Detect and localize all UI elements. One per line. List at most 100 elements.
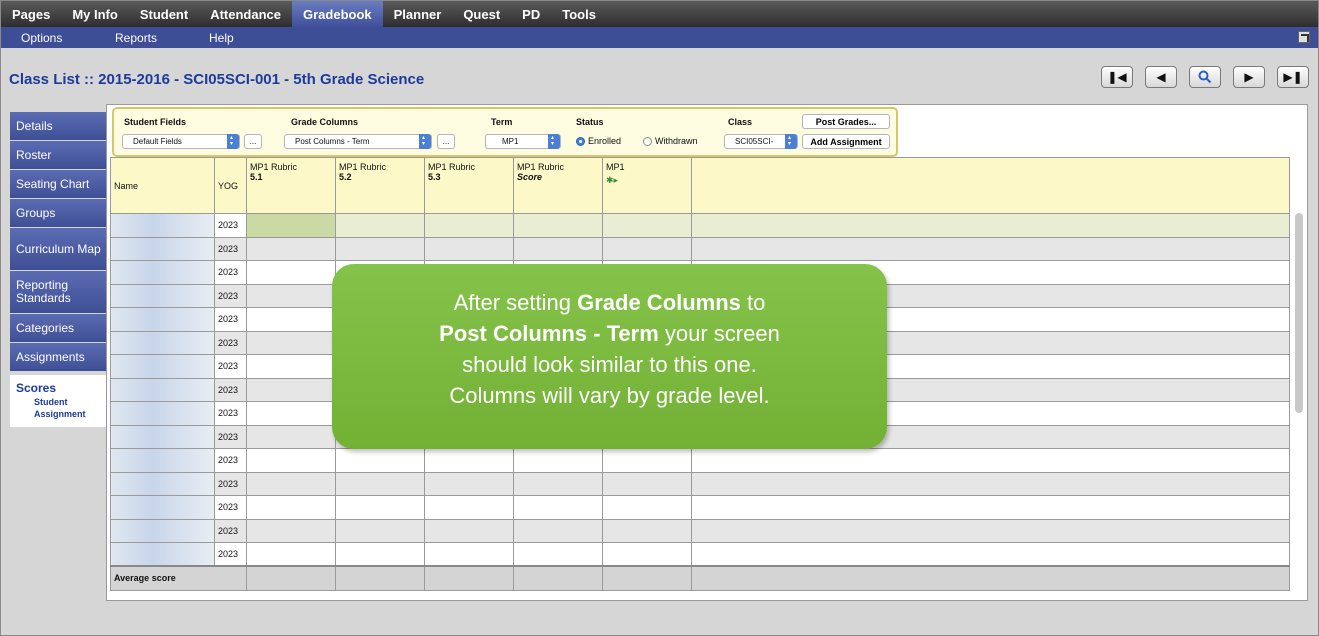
score-cell[interactable]: [424, 518, 514, 543]
add-assignment-button[interactable]: Add Assignment: [802, 134, 890, 149]
term-select[interactable]: MP1: [485, 134, 561, 149]
score-cell[interactable]: [246, 495, 336, 520]
topnav-attendance[interactable]: Attendance: [199, 1, 292, 27]
next-record-button[interactable]: ▶: [1233, 66, 1265, 88]
column-header-mp1[interactable]: MP1 ✱▸: [602, 157, 692, 214]
score-cell[interactable]: [246, 283, 336, 308]
topnav-planner[interactable]: Planner: [383, 1, 453, 27]
student-name-cell[interactable]: [110, 283, 215, 308]
side-item-scores-label[interactable]: Scores: [16, 381, 106, 395]
score-cell[interactable]: [335, 448, 425, 473]
side-item-assignments[interactable]: Assignments: [10, 343, 106, 371]
score-cell[interactable]: [246, 471, 336, 496]
student-name-cell[interactable]: [110, 448, 215, 473]
side-subitem-student[interactable]: Student: [16, 397, 106, 407]
score-cell[interactable]: [335, 213, 425, 238]
score-cell[interactable]: [246, 307, 336, 332]
column-header-mp1-rubric-5-2[interactable]: MP1 Rubric 5.2: [335, 157, 425, 214]
last-record-button[interactable]: ▶❚: [1277, 66, 1309, 88]
class-select[interactable]: SCI05SCI-: [724, 134, 798, 149]
score-cell[interactable]: [246, 330, 336, 355]
score-cell[interactable]: [602, 495, 692, 520]
score-cell[interactable]: [246, 448, 336, 473]
side-item-categories[interactable]: Categories: [10, 314, 106, 342]
column-header-mp1-rubric-5-3[interactable]: MP1 Rubric 5.3: [424, 157, 514, 214]
subnav-options[interactable]: Options: [21, 31, 62, 45]
score-cell[interactable]: [602, 236, 692, 261]
student-name-cell[interactable]: [110, 542, 215, 567]
previous-record-button[interactable]: ◀: [1145, 66, 1177, 88]
score-cell[interactable]: [424, 236, 514, 261]
topnav-my-info[interactable]: My Info: [61, 1, 129, 27]
first-record-button[interactable]: ❚◀: [1101, 66, 1133, 88]
column-header-mp1-rubric-5-1[interactable]: MP1 Rubric 5.1: [246, 157, 336, 214]
subnav-reports[interactable]: Reports: [115, 31, 157, 45]
score-cell[interactable]: [424, 471, 514, 496]
score-cell[interactable]: [424, 448, 514, 473]
student-name-cell[interactable]: [110, 424, 215, 449]
subnav-help[interactable]: Help: [209, 31, 234, 45]
side-subitem-assignment[interactable]: Assignment: [16, 409, 106, 419]
search-button[interactable]: [1189, 66, 1221, 88]
score-cell[interactable]: [513, 471, 603, 496]
score-cell[interactable]: [602, 448, 692, 473]
score-cell[interactable]: [246, 518, 336, 543]
score-cell[interactable]: [513, 542, 603, 567]
student-name-cell[interactable]: [110, 518, 215, 543]
student-name-cell[interactable]: [110, 236, 215, 261]
topnav-quest[interactable]: Quest: [452, 1, 511, 27]
side-item-curriculum-map[interactable]: Curriculum Map: [10, 228, 106, 270]
column-header-name[interactable]: Name: [110, 157, 215, 214]
side-item-roster[interactable]: Roster: [10, 141, 106, 169]
score-cell[interactable]: [513, 495, 603, 520]
score-cell[interactable]: [246, 354, 336, 379]
status-withdrawn-radio[interactable]: [643, 137, 652, 146]
pin-icon[interactable]: ✱▸: [606, 175, 688, 186]
score-cell[interactable]: [246, 424, 336, 449]
score-cell[interactable]: [335, 518, 425, 543]
score-cell[interactable]: [246, 213, 336, 238]
student-fields-select[interactable]: Default Fields: [122, 134, 240, 149]
topnav-pd[interactable]: PD: [511, 1, 551, 27]
student-fields-more-button[interactable]: ...: [244, 134, 262, 149]
student-name-cell[interactable]: [110, 377, 215, 402]
score-cell[interactable]: [424, 213, 514, 238]
column-header-yog[interactable]: YOG: [214, 157, 247, 214]
score-cell[interactable]: [513, 236, 603, 261]
score-cell[interactable]: [602, 542, 692, 567]
score-cell[interactable]: [602, 213, 692, 238]
popout-window-icon[interactable]: [1298, 31, 1310, 43]
side-item-details[interactable]: Details: [10, 112, 106, 140]
topnav-gradebook[interactable]: Gradebook: [292, 1, 383, 27]
score-cell[interactable]: [335, 471, 425, 496]
score-cell[interactable]: [602, 471, 692, 496]
post-grades-button[interactable]: Post Grades...: [802, 114, 890, 129]
score-cell[interactable]: [513, 448, 603, 473]
student-name-cell[interactable]: [110, 330, 215, 355]
score-cell[interactable]: [513, 213, 603, 238]
student-name-cell[interactable]: [110, 307, 215, 332]
side-item-groups[interactable]: Groups: [10, 199, 106, 227]
topnav-pages[interactable]: Pages: [1, 1, 61, 27]
student-name-cell[interactable]: [110, 213, 215, 238]
score-cell[interactable]: [424, 495, 514, 520]
grade-columns-select[interactable]: Post Columns - Term: [284, 134, 432, 149]
student-name-cell[interactable]: [110, 354, 215, 379]
score-cell[interactable]: [246, 377, 336, 402]
score-cell[interactable]: [335, 236, 425, 261]
side-item-reporting-standards[interactable]: Reporting Standards: [10, 271, 106, 313]
score-cell[interactable]: [246, 260, 336, 285]
score-cell[interactable]: [602, 518, 692, 543]
score-cell[interactable]: [424, 542, 514, 567]
status-enrolled-radio[interactable]: [576, 137, 585, 146]
student-name-cell[interactable]: [110, 260, 215, 285]
score-cell[interactable]: [335, 542, 425, 567]
score-cell[interactable]: [513, 518, 603, 543]
student-name-cell[interactable]: [110, 471, 215, 496]
column-header-mp1-rubric-score[interactable]: MP1 Rubric Score: [513, 157, 603, 214]
grade-columns-more-button[interactable]: ...: [437, 134, 455, 149]
student-name-cell[interactable]: [110, 495, 215, 520]
side-item-seating-chart[interactable]: Seating Chart: [10, 170, 106, 198]
student-name-cell[interactable]: [110, 401, 215, 426]
score-cell[interactable]: [246, 401, 336, 426]
